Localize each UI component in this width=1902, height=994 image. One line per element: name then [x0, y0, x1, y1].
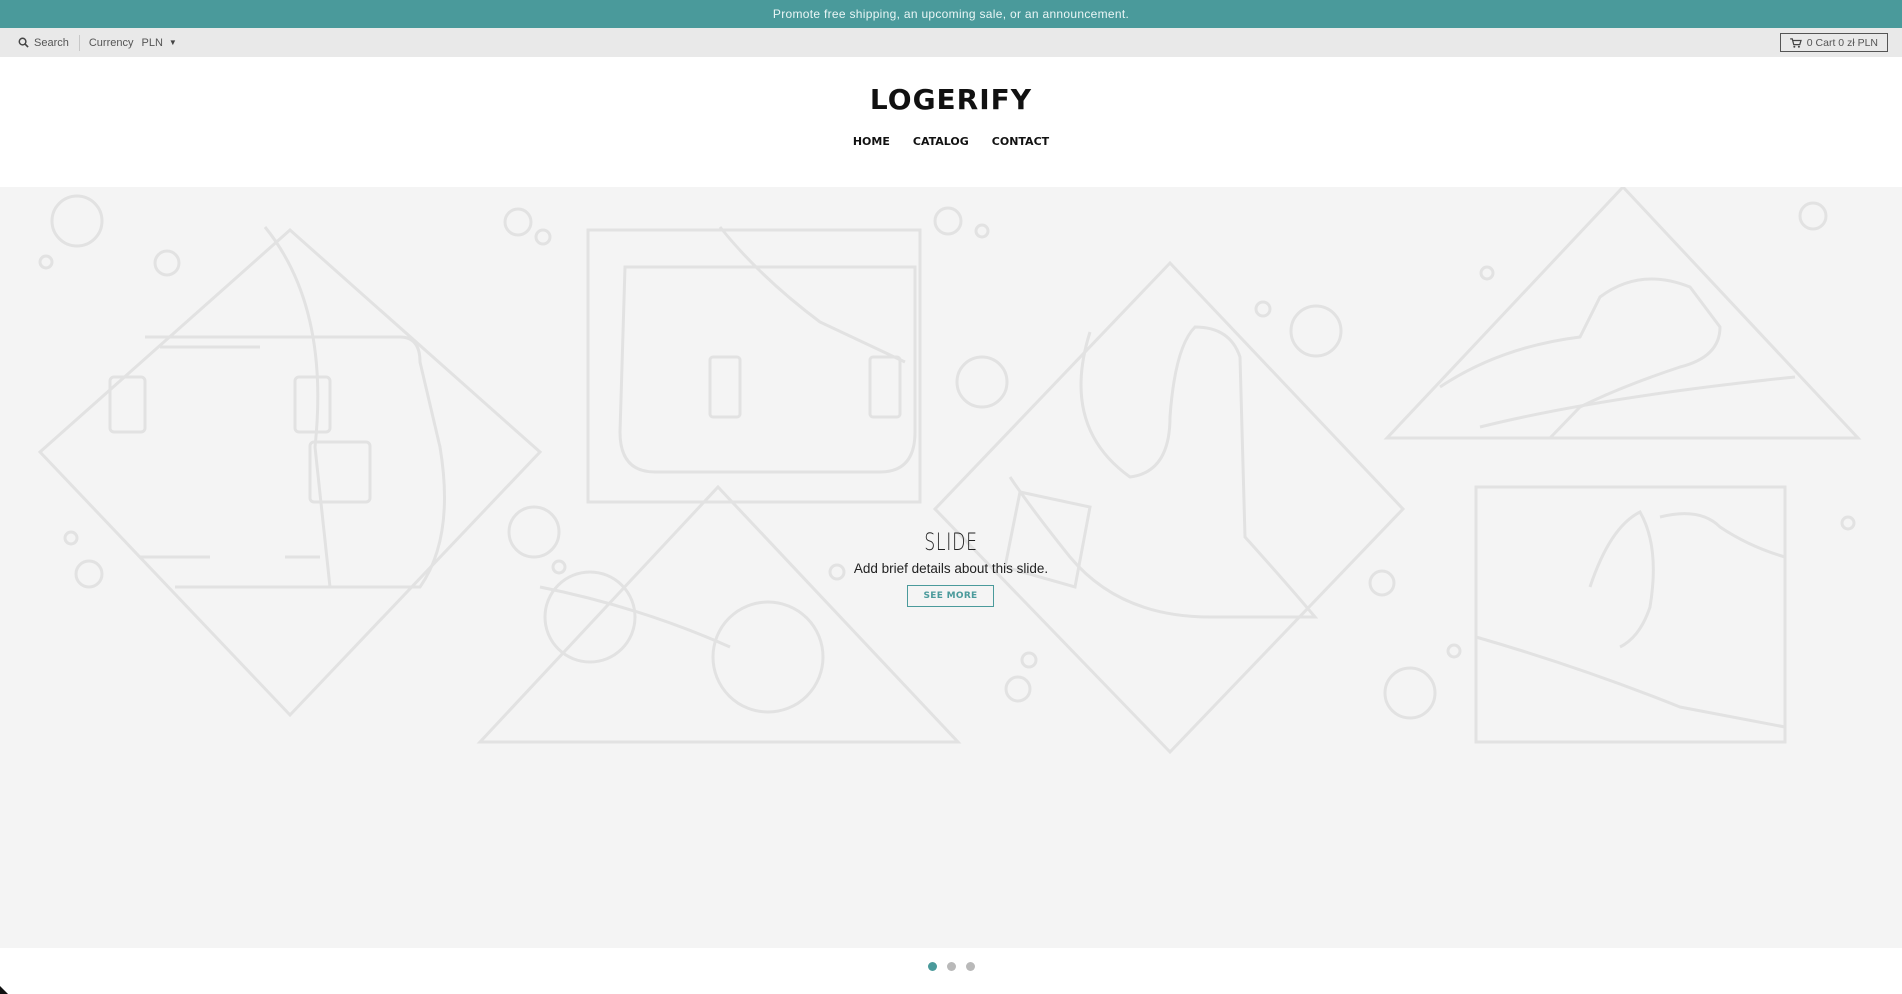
- slide-subtitle: Add brief details about this slide.: [853, 561, 1049, 576]
- search-link[interactable]: Search: [18, 37, 69, 49]
- search-icon: [18, 37, 29, 48]
- slide-dot-2[interactable]: [946, 962, 956, 971]
- currency-value: PLN: [141, 36, 163, 49]
- cart-icon: [1789, 37, 1802, 48]
- announcement-bar: Promote free shipping, an upcoming sale,…: [0, 0, 1902, 28]
- main-nav: HOME CATALOG CONTACT: [0, 135, 1902, 148]
- currency-select[interactable]: PLN ▼: [141, 37, 176, 49]
- chevron-down-icon: ▼: [168, 38, 177, 47]
- nav-item-contact[interactable]: CONTACT: [992, 135, 1049, 148]
- search-label: Search: [34, 36, 69, 49]
- toolbar-divider: [78, 34, 80, 51]
- top-toolbar: Search Currency PLN ▼ 0 Cart 0 zł PLN: [0, 28, 1902, 57]
- announcement-text: Promote free shipping, an upcoming sale,…: [772, 7, 1130, 21]
- slide-title: SLIDE: [924, 528, 978, 556]
- cart-button[interactable]: 0 Cart 0 zł PLN: [1779, 33, 1888, 52]
- currency-picker: Currency PLN ▼: [89, 37, 177, 49]
- nav-item-catalog[interactable]: CATALOG: [913, 135, 969, 148]
- slide-dot-1[interactable]: [927, 962, 937, 971]
- see-more-button[interactable]: SEE MORE: [907, 585, 994, 607]
- site-logo[interactable]: LOGERIFY: [0, 83, 1902, 116]
- currency-label: Currency: [88, 36, 134, 49]
- nav-item-home[interactable]: HOME: [853, 135, 890, 148]
- site-header: LOGERIFY HOME CATALOG CONTACT: [0, 57, 1902, 187]
- slideshow-pagination: [0, 962, 1902, 971]
- corner-marker: [0, 986, 8, 994]
- cart-label: 0 Cart 0 zł PLN: [1806, 36, 1878, 49]
- slide-dot-3[interactable]: [965, 962, 975, 971]
- hero-slideshow: SLIDE Add brief details about this slide…: [0, 187, 1902, 948]
